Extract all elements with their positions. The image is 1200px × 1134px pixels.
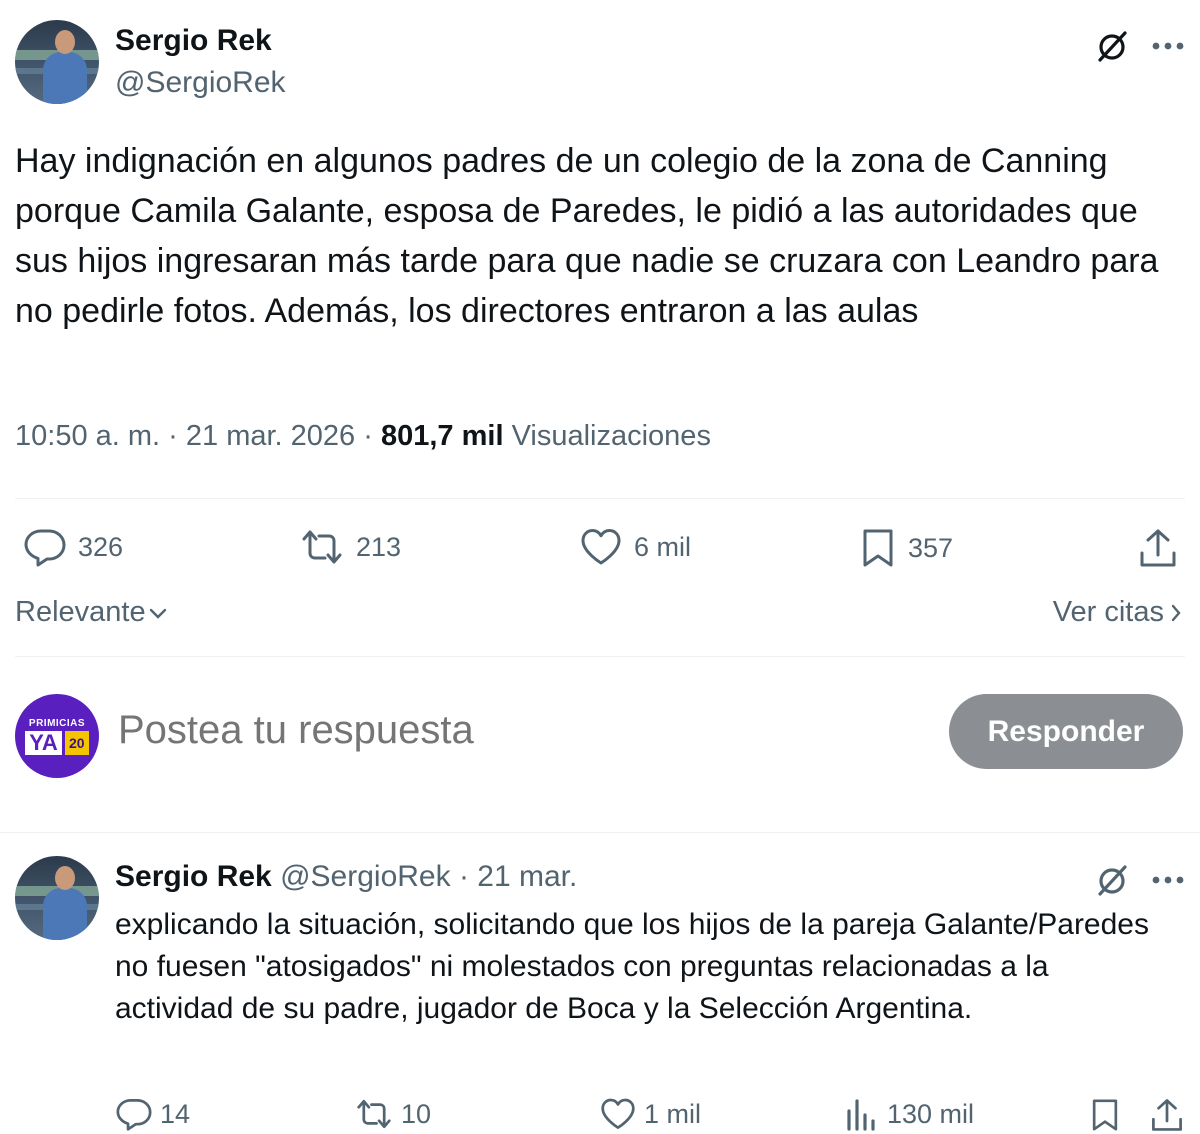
more-dots-icon[interactable] (1148, 26, 1188, 66)
meta-separator: · (458, 860, 469, 893)
sort-relevance-dropdown[interactable]: Relevante (15, 596, 168, 629)
like-count: 1 mil (644, 1098, 702, 1129)
current-user-avatar[interactable]: PRIMICIAS YA 20 (15, 694, 99, 778)
share-icon (1140, 529, 1176, 567)
meta-separator: · (363, 420, 373, 452)
view-quotes-link[interactable]: Ver citas (1053, 596, 1182, 629)
reply-author-handle[interactable]: @SergioRek (280, 860, 451, 893)
repost-icon (357, 1099, 391, 1129)
like-button[interactable]: 6 mil (580, 527, 691, 567)
tweet-meta: 10:50 a. m. · 21 mar. 2026 · 801,7 mil V… (15, 420, 711, 453)
grok-icon[interactable] (1092, 860, 1132, 900)
repost-button[interactable]: 213 (300, 527, 401, 567)
views-button[interactable]: 130 mil (845, 1097, 974, 1131)
heart-icon (581, 529, 621, 565)
tweet-date[interactable]: 21 mar. 2026 (186, 420, 355, 452)
reply-input[interactable] (118, 708, 898, 753)
reply-count: 14 (160, 1098, 191, 1129)
heart-icon (601, 1098, 635, 1129)
divider (0, 832, 1200, 833)
views-count: 801,7 mil (380, 420, 504, 452)
reply-tweet-text: explicando la situación, solicitando que… (115, 908, 1149, 1025)
reply-button[interactable]: 14 (116, 1097, 190, 1131)
reply-submit-button[interactable]: Responder (949, 694, 1183, 769)
like-count: 6 mil (634, 531, 692, 562)
tweet-time[interactable]: 10:50 a. m. (15, 420, 160, 452)
reply-author-avatar[interactable] (15, 856, 99, 940)
reply-icon (24, 529, 66, 567)
view-quotes-label: Ver citas (1052, 596, 1164, 628)
bookmark-button[interactable] (1090, 1097, 1120, 1133)
like-button[interactable]: 1 mil (600, 1097, 701, 1131)
repost-button[interactable]: 10 (355, 1097, 431, 1131)
bookmark-count: 357 (908, 532, 954, 563)
bookmark-icon (863, 529, 893, 567)
share-button[interactable] (1138, 527, 1178, 569)
avatar-logo-number: 20 (64, 730, 89, 755)
grok-icon[interactable] (1092, 26, 1132, 66)
bookmark-icon (1092, 1099, 1118, 1131)
tweet-text: Hay indignación en algunos padres de un … (15, 142, 1159, 330)
divider (15, 498, 1185, 499)
author-avatar[interactable] (15, 20, 99, 104)
chevron-down-icon (149, 608, 166, 619)
author-handle[interactable]: @SergioRek (115, 66, 286, 100)
reply-author-name[interactable]: Sergio Rek (115, 860, 272, 893)
share-icon (1152, 1099, 1182, 1131)
repost-count: 213 (356, 531, 402, 562)
avatar-logo-text: PRIMICIAS (28, 717, 86, 729)
more-dots-icon[interactable] (1148, 860, 1188, 900)
share-button[interactable] (1150, 1097, 1184, 1133)
reply-icon (116, 1099, 152, 1131)
reply-count: 326 (78, 531, 124, 562)
meta-separator: · (168, 420, 178, 452)
reply-header: Sergio Rek @SergioRek · 21 mar. (115, 860, 577, 894)
reply-date[interactable]: 21 mar. (477, 860, 577, 893)
views-label: Visualizaciones (511, 420, 711, 452)
chevron-right-icon (1171, 604, 1181, 621)
avatar-logo-ya: YA (25, 730, 62, 755)
reply-button[interactable]: 326 (24, 527, 123, 567)
analytics-icon (847, 1099, 875, 1131)
sort-label: Relevante (15, 596, 146, 628)
repost-count: 10 (401, 1098, 432, 1129)
author-name[interactable]: Sergio Rek (115, 24, 272, 58)
repost-icon (302, 530, 342, 564)
divider (15, 656, 1185, 657)
views-count: 130 mil (887, 1098, 975, 1129)
bookmark-button[interactable]: 357 (860, 527, 953, 569)
